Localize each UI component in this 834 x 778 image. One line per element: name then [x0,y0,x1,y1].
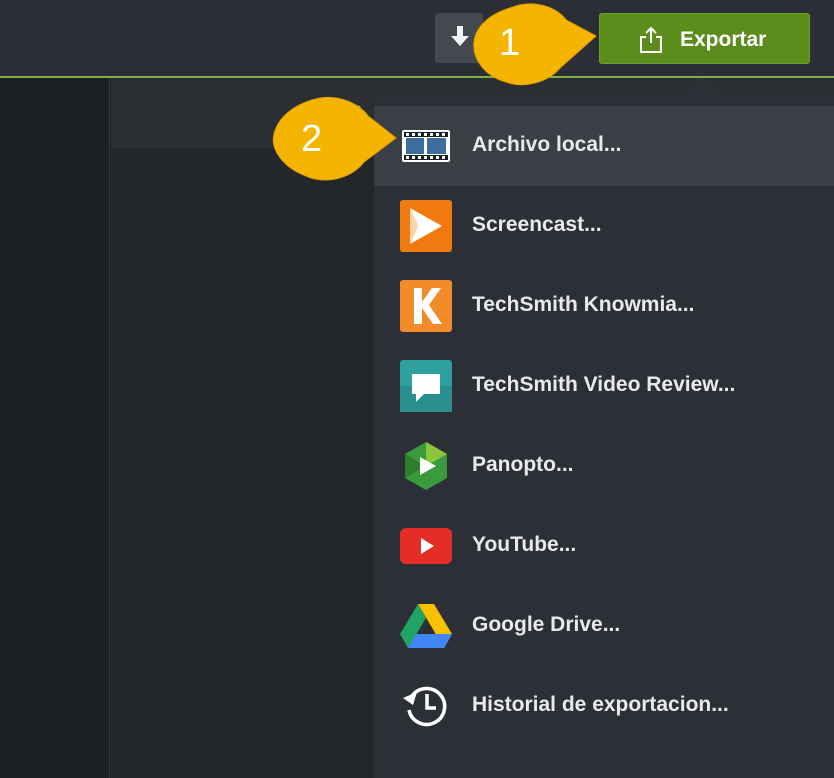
menu-item-label: Panopto... [472,453,574,476]
menu-item-label: TechSmith Video Review... [472,373,736,396]
menu-item-label: Historial de exportacion... [472,693,729,716]
video-review-icon [400,360,452,412]
panopto-icon [405,442,447,490]
menu-item-screencast[interactable]: Screencast... [374,186,834,266]
menu-item-export-history[interactable]: Historial de exportacion... [374,666,834,746]
callout-2-marker [272,96,397,181]
menu-caret [684,78,720,92]
left-panel [0,78,110,778]
export-menu: Archivo local... Screencast... TechSmith… [374,92,834,778]
menu-item-video-review[interactable]: TechSmith Video Review... [374,346,834,426]
menu-item-google-drive[interactable]: Google Drive... [374,586,834,666]
google-drive-icon [400,604,452,648]
callout-1-number: 1 [499,22,521,64]
menu-item-label: Screencast... [472,213,602,236]
history-icon [403,686,447,727]
export-button-label: Exportar [680,28,767,51]
menu-item-youtube[interactable]: YouTube... [374,506,834,586]
menu-item-label: Archivo local... [472,133,622,156]
callout-2-number: 2 [301,118,323,160]
menu-item-label: Google Drive... [472,613,621,636]
youtube-icon [400,528,452,564]
menu-item-label: YouTube... [472,533,577,556]
menu-item-panopto[interactable]: Panopto... [374,426,834,506]
menu-item-knowmia[interactable]: TechSmith Knowmia... [374,266,834,346]
menu-item-archivo-local[interactable]: Archivo local... [374,106,834,186]
menu-item-label: TechSmith Knowmia... [472,293,695,316]
export-button[interactable]: Exportar [599,13,810,64]
knowmia-icon [400,280,452,332]
share-upload-icon [640,26,662,53]
film-icon [402,130,450,162]
callout-1-marker [473,3,597,86]
screencast-icon [400,200,452,252]
